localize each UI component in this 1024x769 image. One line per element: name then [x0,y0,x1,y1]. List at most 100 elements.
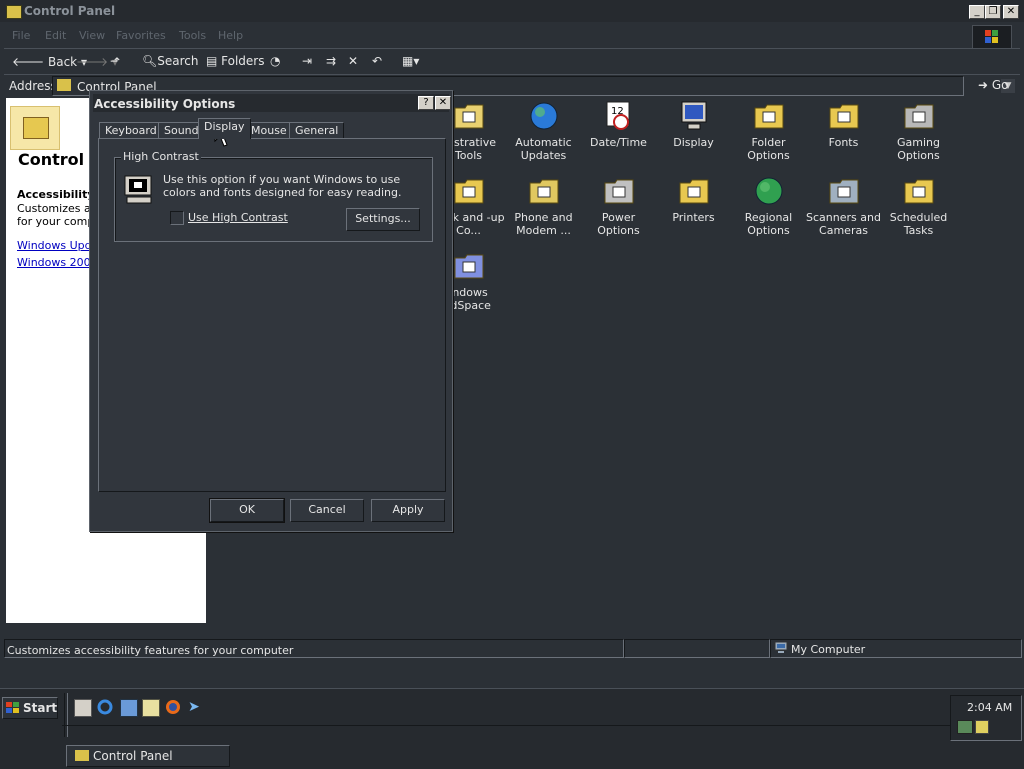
explorer-icon[interactable] [142,699,160,717]
tab-panel: High Contrast Use this option if you wan… [98,138,446,492]
help-button[interactable]: ? [418,96,434,110]
control-panel-item-label: Fonts [828,136,859,149]
display-monitor-icon [678,100,710,132]
history-button[interactable]: ◔ [270,54,280,68]
copy-to-icon: ⇉ [326,54,337,68]
undo-button[interactable]: ↶ [372,54,382,68]
address-label: Address [9,79,57,93]
messenger-icon[interactable]: ➤ [188,699,204,715]
show-desktop-icon[interactable] [74,699,92,717]
control-panel-large-icon [10,106,60,150]
copy-to-button[interactable]: ⇉ [326,54,336,68]
cancel-button[interactable]: Cancel [290,499,364,522]
tab-mouse[interactable]: Mouse [245,122,293,139]
control-panel-item-label: Regional Options [744,211,793,237]
high-contrast-description: Use this option if you want Windows to u… [163,173,402,199]
high-contrast-monitor-icon [123,175,155,205]
control-panel-item[interactable]: Phone and Modem ... [506,175,581,237]
windows-2000-support-link[interactable]: Windows 2000 [17,256,98,269]
control-panel-item[interactable]: Scanners and Cameras [806,175,881,237]
dialog-title: Accessibility Options [94,97,236,111]
control-panel-item-label: Date/Time [590,136,647,149]
status-panel: Customizes accessibility features for yo… [4,639,624,658]
taskbar-separator [64,693,68,737]
taskbar-button-control-panel[interactable]: Control Panel [66,745,230,767]
menu-file[interactable]: File [12,29,30,42]
volume-icon[interactable] [975,720,989,734]
windows-logo-icon [6,702,19,713]
window-title: Control Panel [24,4,116,18]
system-tray: 2:04 AM [950,695,1022,741]
folders-button[interactable]: ▤ Folders [206,54,265,68]
status-text: Customizes accessibility features for yo… [7,644,294,657]
control-panel-item[interactable]: Folder Options [731,100,806,162]
menu-bar: File Edit View Favorites Tools Help [4,24,1020,46]
printer-folder-icon [678,175,710,207]
control-panel-item[interactable]: Gaming Options [881,100,956,162]
outlook-express-icon[interactable] [120,699,138,717]
undo-icon: ↶ [372,54,383,68]
minimize-button[interactable]: _ [969,5,985,19]
windows-update-link[interactable]: Windows Upda [17,239,98,252]
control-panel-item-label: Gaming Options [897,136,940,162]
use-high-contrast-label[interactable]: Use High Contrast [188,211,288,224]
search-icon: 🔍︎ [142,54,158,68]
control-panel-item-label: Display [673,136,714,149]
folder-options-icon [753,100,785,132]
main-title-bar[interactable]: Control Panel _ ❐ ✕ [0,0,1024,22]
control-panel-item[interactable]: Power Options [581,175,656,237]
taskbar: Start ➤ Control Panel 2:04 AM [0,688,1024,769]
menu-favorites[interactable]: Favorites [116,29,166,42]
administrative-tools-icon [453,100,485,132]
control-panel-item[interactable]: 12 Date/Time [581,100,656,149]
close-button[interactable]: ✕ [1003,5,1019,19]
settings-button[interactable]: Settings... [346,208,420,231]
start-button[interactable]: Start [2,697,58,719]
globe-icon [753,175,785,207]
control-panel-icon [57,79,71,91]
tab-keyboard[interactable]: Keyboard [99,122,163,139]
use-high-contrast-checkbox[interactable] [170,211,184,225]
calendar-clock-icon: 12 [603,100,635,132]
tab-display[interactable]: Display [198,118,251,139]
ok-button[interactable]: OK [209,498,285,523]
control-panel-item-label: Scheduled Tasks [889,211,948,237]
tab-general[interactable]: General [289,122,345,139]
accessibility-options-dialog: Accessibility Options ? ✕ Keyboard Sound… [89,90,453,532]
views-button[interactable]: ▦▾ [402,54,419,68]
menu-edit[interactable]: Edit [45,29,66,42]
control-panel-item-label: Folder Options [747,136,790,162]
control-panel-item[interactable]: Fonts [806,100,881,149]
control-panel-icon [6,5,22,19]
move-to-button[interactable]: ⇥ [302,54,312,68]
network-connections-icon [453,175,485,207]
automatic-updates-icon [528,100,560,132]
high-contrast-group-label: High Contrast [121,150,201,163]
menu-help[interactable]: Help [218,29,243,42]
cardspace-icon [453,250,485,282]
history-icon: ◔ [270,54,281,68]
clock[interactable]: 2:04 AM [967,701,1012,714]
go-button[interactable]: ➜ Go [978,78,1009,92]
restore-button[interactable]: ❐ [985,5,1001,19]
dialog-title-bar[interactable]: Accessibility Options ? ✕ [93,94,451,112]
control-panel-item-label: Phone and Modem ... [514,211,573,237]
control-panel-item[interactable]: Automatic Updates [506,100,581,162]
network-icon[interactable] [957,720,973,734]
up-folder-button[interactable]: ⬏ [110,54,120,68]
control-panel-item[interactable]: Display [656,100,731,149]
menu-view[interactable]: View [79,29,105,42]
firefox-icon[interactable] [165,699,181,715]
menu-tools[interactable]: Tools [179,29,206,42]
dialog-close-button[interactable]: ✕ [435,96,451,110]
control-panel-item-label: Power Options [597,211,640,237]
apply-button[interactable]: Apply [371,499,445,522]
control-panel-item-label: Automatic Updates [515,136,572,162]
search-button[interactable]: 🔍︎Search [142,54,198,68]
control-panel-icon [75,750,89,761]
delete-button[interactable]: ✕ [348,54,358,68]
control-panel-item[interactable]: Printers [656,175,731,224]
control-panel-item[interactable]: Scheduled Tasks [881,175,956,237]
control-panel-item[interactable]: Regional Options [731,175,806,237]
internet-explorer-icon[interactable] [97,699,113,715]
